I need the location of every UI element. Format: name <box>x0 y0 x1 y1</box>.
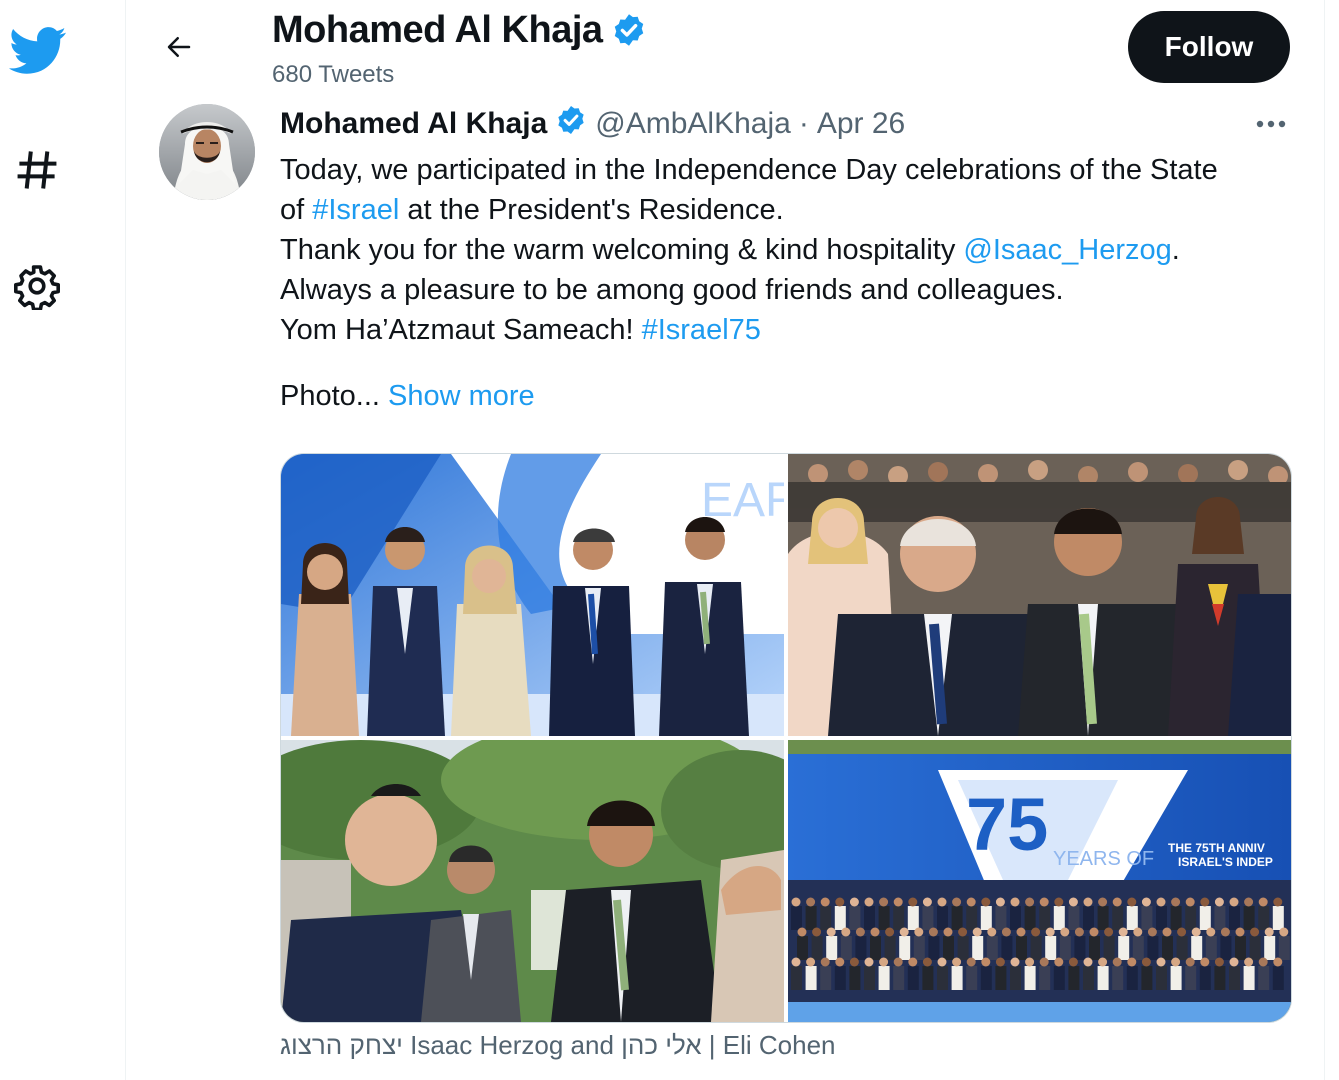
mention-link-isaac-herzog[interactable]: @Isaac_Herzog <box>963 234 1171 266</box>
tweet-text-segment: Thank you for the warm welcoming & kind … <box>280 234 964 266</box>
profile-header-title: Mohamed Al Khaja <box>272 8 647 52</box>
tweet-photo-4[interactable]: 75 YEARS OF THE 75TH ANNIV ISRAEL'S INDE… <box>788 740 1291 1022</box>
profile-display-name: Mohamed Al Khaja <box>272 8 603 51</box>
left-navigation-rail <box>0 0 126 1080</box>
back-arrow-icon <box>167 37 191 57</box>
more-dots-icon <box>1256 120 1286 128</box>
show-more-link[interactable]: Show more <box>388 380 535 412</box>
media-caption: יצחק הרצוג Isaac Herzog and אלי כהן | El… <box>280 1030 836 1060</box>
tweet-line: Today, we participated in the Independen… <box>280 150 1300 190</box>
tweet-text-segment: . <box>1171 234 1180 266</box>
photo-banner-years: YEARS OF <box>1053 848 1154 870</box>
tweet-line: Always a pleasure to be among good frien… <box>280 270 1300 310</box>
follow-button[interactable]: Follow <box>1128 11 1290 83</box>
tweet-line: Thank you for the warm welcoming & kind … <box>280 230 1300 270</box>
photo-banner-line2: ISRAEL'S INDEP <box>1178 855 1273 869</box>
twitter-logo-icon[interactable] <box>9 26 67 81</box>
tweet-photo-2[interactable] <box>788 454 1291 736</box>
more-options-button[interactable] <box>1250 110 1294 138</box>
tweet-line: of #Israel at the President's Residence. <box>280 190 1300 230</box>
tweet-header: Mohamed Al Khaja @AmbAlKhaja · Apr 26 <box>280 104 905 144</box>
column-divider <box>1324 0 1325 1080</box>
tweet-count: 680 Tweets <box>272 61 395 88</box>
verified-badge-icon <box>614 14 643 46</box>
tweet-text-segment: at the President's Residence. <box>399 194 784 226</box>
hashtag-link-israel[interactable]: #Israel <box>312 194 399 226</box>
tweet-media-grid: EARS <box>280 453 1292 1023</box>
avatar[interactable] <box>159 104 255 200</box>
tweet-author-name[interactable]: Mohamed Al Khaja <box>280 107 547 141</box>
photo-banner-75: 75 <box>966 783 1048 866</box>
tweet-date[interactable]: Apr 26 <box>817 107 905 141</box>
tweet-text-segment: Always a pleasure to be among good frien… <box>280 274 1064 306</box>
tweet-text: Today, we participated in the Independen… <box>280 150 1300 416</box>
tweet-author-handle[interactable]: @AmbAlKhaja <box>595 107 791 141</box>
tweet-line: Yom Ha’Atzmaut Sameach! #Israel75 <box>280 310 1300 350</box>
hashtag-icon[interactable] <box>14 148 60 197</box>
gear-icon[interactable] <box>13 262 61 315</box>
tweet-photo-3[interactable] <box>281 740 784 1022</box>
tweet-photo-1[interactable]: EARS <box>281 454 784 736</box>
hashtag-link-israel75[interactable]: #Israel75 <box>642 314 761 346</box>
header-separator: · <box>798 107 809 140</box>
back-button[interactable] <box>154 22 204 72</box>
tweet-line: Photo... Show more <box>280 376 1300 416</box>
tweet-text-segment: Photo... <box>280 380 389 412</box>
tweet-text-segment: of <box>280 194 313 226</box>
tweet-text-segment: Yom Ha’Atzmaut Sameach! <box>280 314 642 346</box>
tweet-text-segment: Today, we participated in the Independen… <box>280 154 1218 186</box>
photo-banner-line1: THE 75TH ANNIV <box>1168 841 1265 855</box>
verified-badge-icon <box>555 104 587 144</box>
